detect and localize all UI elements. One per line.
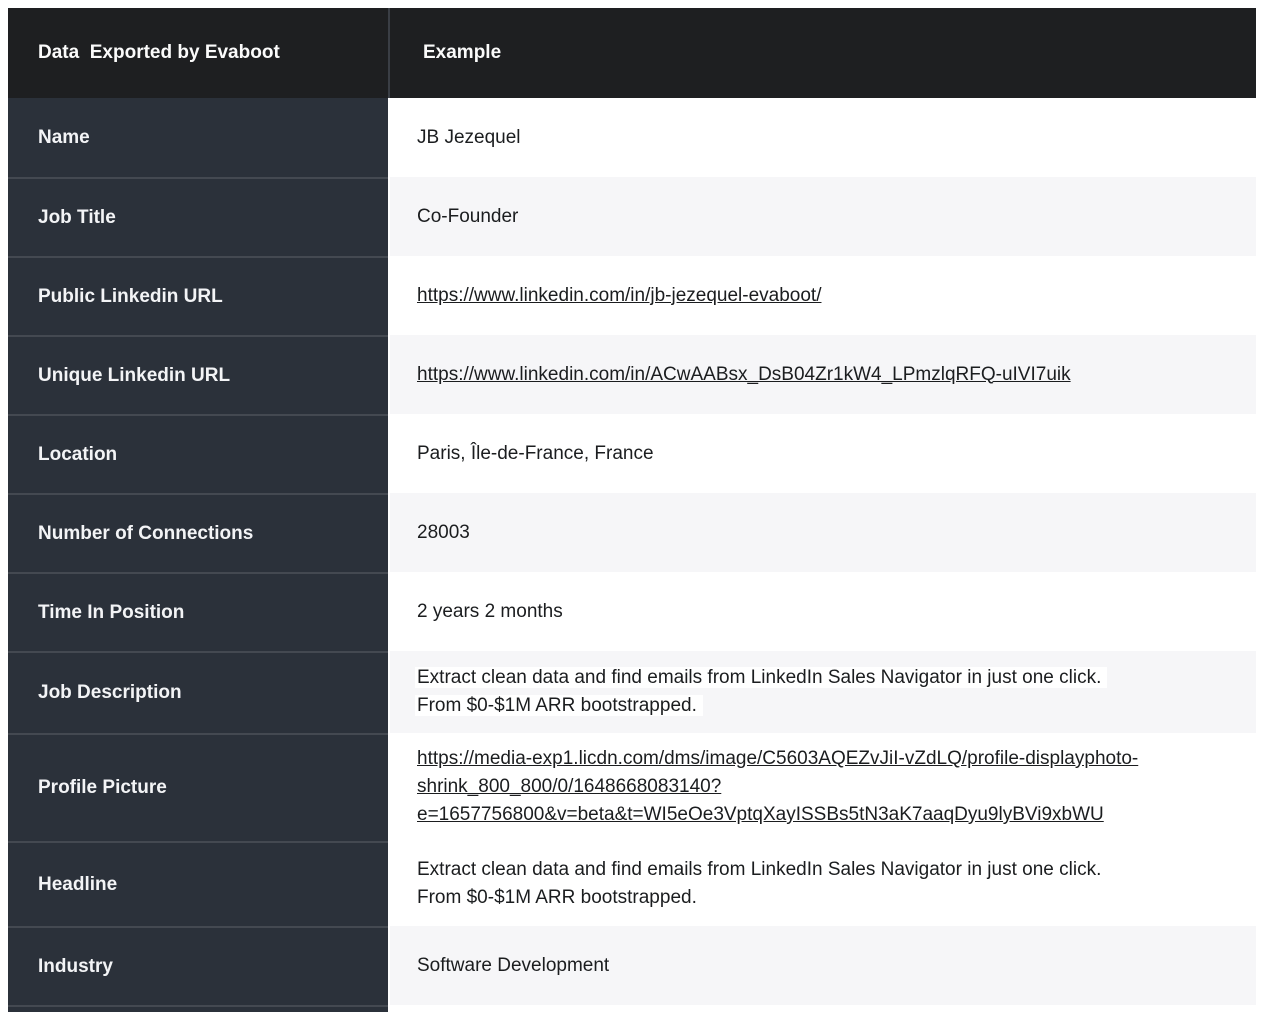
row-industry-value-cell: Software Development: [390, 926, 1256, 1005]
row-number-of-connections-value-cell: 28003: [390, 493, 1256, 572]
profile-picture-url-line-2: shrink_800_800/0/1648668083140?: [417, 776, 722, 797]
row-partial-next: [8, 1005, 1256, 1012]
row-job-title-label-cell: Job Title: [8, 177, 388, 256]
profile-picture-url-link[interactable]: https://media-exp1.licdn.com/dms/image/C…: [417, 745, 1138, 829]
row-headline-label-cell: Headline: [8, 841, 388, 926]
row-time-in-position-label-cell: Time In Position: [8, 572, 388, 651]
row-label: Time In Position: [38, 601, 185, 623]
row-location-value-cell: Paris, Île-de-France, France: [390, 414, 1256, 493]
row-label: Public Linkedin URL: [38, 285, 223, 307]
row-name: Name JB Jezequel: [8, 98, 1256, 177]
row-label: Industry: [38, 955, 113, 977]
row-name-value-cell: JB Jezequel: [390, 98, 1256, 177]
row-value: 28003: [417, 521, 470, 543]
header-cell-example: Example: [390, 8, 1256, 98]
row-number-of-connections: Number of Connections 28003: [8, 493, 1256, 572]
page: Data Exported by Evaboot Example Name JB…: [0, 0, 1264, 1012]
row-public-linkedin-url-label-cell: Public Linkedin URL: [8, 256, 388, 335]
job-description-line-2: From $0-$1M ARR bootstrapped.: [415, 695, 703, 716]
row-unique-linkedin-url-value-cell: https://www.linkedin.com/in/ACwAABsx_DsB…: [390, 335, 1256, 414]
row-label: Name: [38, 126, 90, 148]
row-profile-picture-label-cell: Profile Picture: [8, 733, 388, 841]
row-industry-label-cell: Industry: [8, 926, 388, 1005]
row-value: Extract clean data and find emails from …: [415, 664, 1108, 720]
row-value: Paris, Île-de-France, France: [417, 442, 654, 464]
profile-picture-url-line-1: https://media-exp1.licdn.com/dms/image/C…: [417, 748, 1139, 769]
row-label: Headline: [38, 873, 118, 895]
row-location-label-cell: Location: [8, 414, 388, 493]
header-example-label: Example: [423, 42, 502, 63]
row-unique-linkedin-url: Unique Linkedin URL https://www.linkedin…: [8, 335, 1256, 414]
row-time-in-position-value-cell: 2 years 2 months: [390, 572, 1256, 651]
row-job-description-label-cell: Job Description: [8, 651, 388, 733]
row-value: Software Development: [417, 954, 610, 976]
row-label: Profile Picture: [38, 777, 167, 798]
row-value: JB Jezequel: [417, 126, 521, 148]
linkedin-public-url-link[interactable]: https://www.linkedin.com/in/jb-jezequel-…: [417, 282, 821, 310]
row-job-description-value-cell: Extract clean data and find emails from …: [390, 651, 1256, 733]
row-value: Co-Founder: [417, 205, 519, 227]
row-value: 2 years 2 months: [417, 600, 563, 622]
row-label: Job Title: [38, 206, 116, 228]
headline-line-1: Extract clean data and find emails from …: [415, 858, 1108, 880]
row-value: Extract clean data and find emails from …: [415, 856, 1108, 912]
row-label: Location: [38, 443, 118, 465]
row-public-linkedin-url-value-cell: https://www.linkedin.com/in/jb-jezequel-…: [390, 256, 1256, 335]
header-data-exported-label: Data Exported by Evaboot: [38, 42, 280, 63]
row-label: Job Description: [38, 682, 182, 703]
row-location: Location Paris, Île-de-France, France: [8, 414, 1256, 493]
row-partial-value-cell: [390, 1005, 1256, 1012]
row-profile-picture-value-cell: https://media-exp1.licdn.com/dms/image/C…: [390, 733, 1256, 841]
row-time-in-position: Time In Position 2 years 2 months: [8, 572, 1256, 651]
row-profile-picture: Profile Picture https://media-exp1.licdn…: [8, 733, 1256, 841]
row-public-linkedin-url: Public Linkedin URL https://www.linkedin…: [8, 256, 1256, 335]
row-number-of-connections-label-cell: Number of Connections: [8, 493, 388, 572]
row-label: Number of Connections: [38, 522, 254, 544]
row-name-label-cell: Name: [8, 98, 388, 177]
row-job-title: Job Title Co-Founder: [8, 177, 1256, 256]
row-partial-label-cell: [8, 1005, 388, 1012]
row-job-title-value-cell: Co-Founder: [390, 177, 1256, 256]
row-unique-linkedin-url-label-cell: Unique Linkedin URL: [8, 335, 388, 414]
row-job-description: Job Description Extract clean data and f…: [8, 651, 1256, 733]
job-description-line-1: Extract clean data and find emails from …: [415, 667, 1108, 688]
header-cell-data-exported: Data Exported by Evaboot: [8, 8, 388, 98]
row-label: Unique Linkedin URL: [38, 364, 231, 386]
headline-line-2: From $0-$1M ARR bootstrapped.: [415, 886, 703, 908]
row-industry: Industry Software Development: [8, 926, 1256, 1005]
profile-picture-url-line-3: e=1657756800&v=beta&t=WI5eOe3VptqXayISSB…: [417, 804, 1104, 825]
linkedin-unique-url-link[interactable]: https://www.linkedin.com/in/ACwAABsx_DsB…: [417, 361, 1071, 389]
row-headline: Headline Extract clean data and find ema…: [8, 841, 1256, 926]
table-header-row: Data Exported by Evaboot Example: [8, 8, 1256, 98]
evaboot-export-table: Data Exported by Evaboot Example Name JB…: [8, 8, 1256, 1012]
row-headline-value-cell: Extract clean data and find emails from …: [390, 841, 1256, 926]
